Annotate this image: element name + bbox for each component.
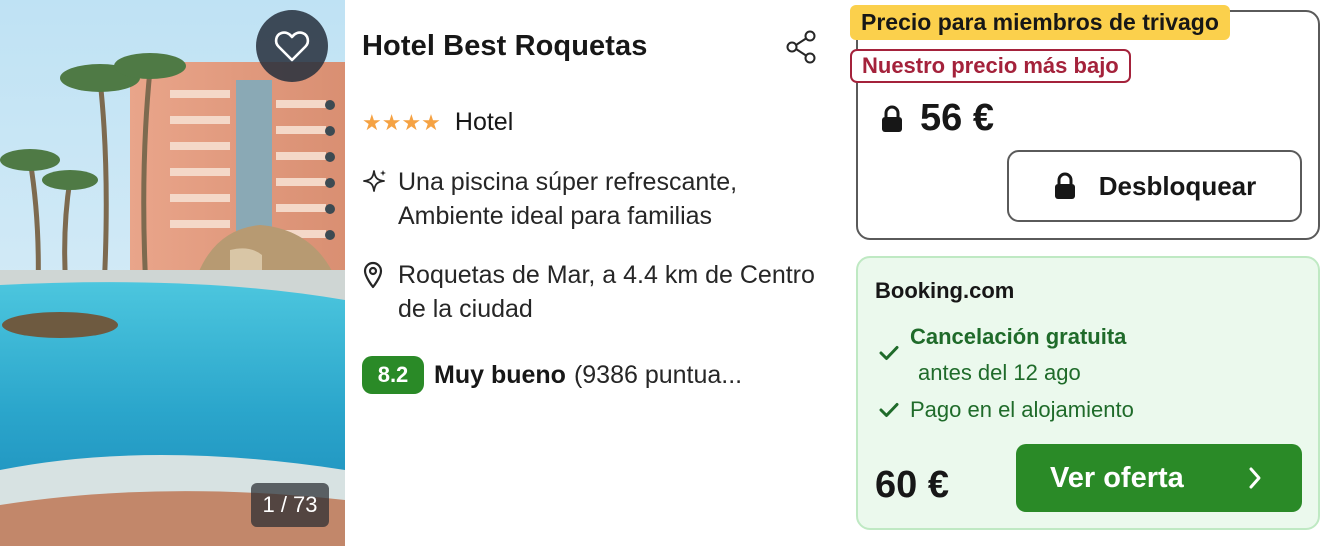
member-price-badge: Precio para miembros de trivago xyxy=(850,5,1230,40)
free-cancellation-deadline: antes del 12 ago xyxy=(918,360,1081,385)
location-text[interactable]: Roquetas de Mar, a 4.4 km de Centro de l… xyxy=(398,258,818,326)
hotel-location: Roquetas de Mar, a 4.4 km de Centro de l… xyxy=(362,258,818,326)
hotel-photo[interactable]: 1 / 73 xyxy=(0,0,345,546)
star-rating: ★★★★ xyxy=(362,109,441,135)
hotel-info: Hotel Best Roquetas ★★★★ Hotel Una pisci… xyxy=(362,0,832,546)
highlights-text: Una piscina súper refrescante, Ambiente … xyxy=(398,168,738,230)
guest-rating[interactable]: 8.2 Muy bueno (9386 puntua... xyxy=(362,356,742,394)
location-pin-icon xyxy=(363,261,383,289)
rating-score-badge: 8.2 xyxy=(362,356,424,394)
favorite-button[interactable] xyxy=(256,10,328,82)
unlock-button[interactable]: Desbloquear xyxy=(1007,150,1302,222)
free-cancellation-title: Cancelación gratuita xyxy=(910,324,1127,349)
lock-icon xyxy=(1054,172,1075,199)
unlock-button-label: Desbloquear xyxy=(1098,170,1257,201)
check-icon xyxy=(879,346,899,360)
lowest-price-badge: Nuestro precio más bajo xyxy=(850,49,1131,83)
chevron-right-icon xyxy=(1249,467,1261,489)
share-icon xyxy=(786,30,816,64)
sparkle-icon xyxy=(363,170,386,192)
deal-price: 60 € xyxy=(875,464,949,506)
review-count: (9386 puntua... xyxy=(573,360,743,389)
member-price: 56 € xyxy=(920,97,994,139)
check-icon xyxy=(879,403,899,417)
locked-price: 56 € xyxy=(880,97,994,140)
hotel-category: ★★★★ Hotel xyxy=(362,108,513,137)
pay-at-property-text: Pago en el alojamiento xyxy=(910,397,1134,422)
perk-free-cancellation: Cancelación gratuita antes del 12 ago xyxy=(878,324,1126,386)
perk-pay-at-property: Pago en el alojamiento xyxy=(878,397,1134,423)
share-button[interactable] xyxy=(786,30,818,64)
hotel-name[interactable]: Hotel Best Roquetas xyxy=(362,30,648,63)
rating-label: Muy bueno xyxy=(434,360,566,389)
accommodation-type: Hotel xyxy=(454,108,514,136)
hotel-highlights: Una piscina súper refrescante, Ambiente … xyxy=(362,165,818,233)
image-counter: 1 / 73 xyxy=(251,483,329,527)
heart-outline-icon xyxy=(274,31,310,62)
lock-icon xyxy=(882,105,902,132)
view-deal-button-label: Ver oferta xyxy=(1050,461,1184,494)
provider-name: Booking.com xyxy=(875,278,1015,303)
view-deal-button[interactable]: Ver oferta xyxy=(1016,444,1302,512)
